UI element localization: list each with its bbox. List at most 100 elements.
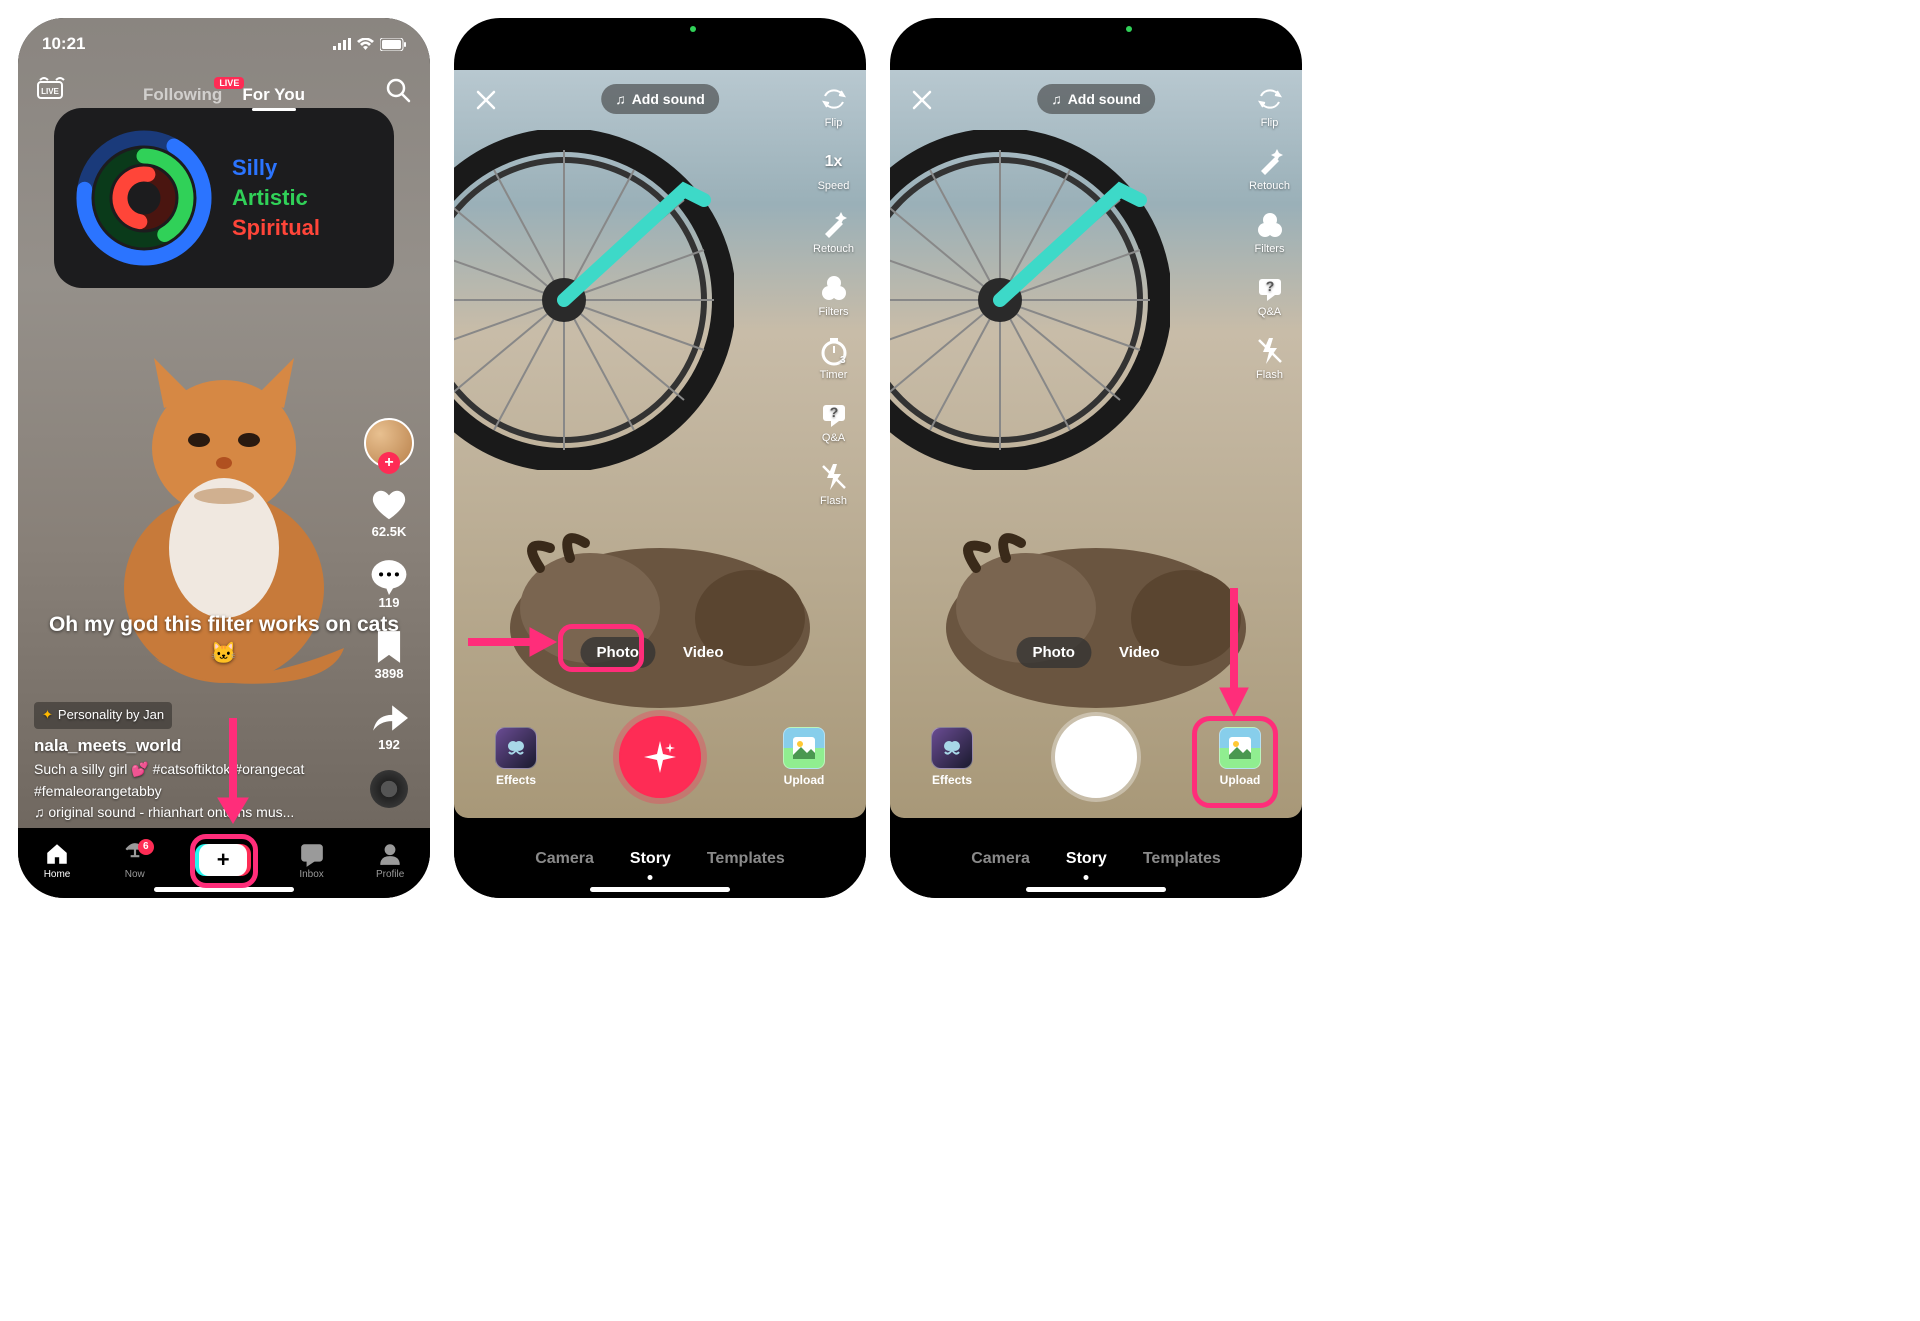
comment-icon [370, 557, 408, 595]
inbox-icon [299, 841, 325, 867]
home-indicator[interactable] [154, 887, 294, 892]
save-count: 3898 [375, 666, 404, 681]
camera-viewfinder[interactable] [454, 70, 866, 818]
nav-inbox[interactable]: Inbox [299, 841, 325, 880]
effect-chip[interactable]: ✦Personality by Jan [34, 702, 172, 728]
mode-photo[interactable]: Photo [1016, 637, 1091, 668]
mode-video[interactable]: Video [1103, 637, 1176, 668]
nav-create[interactable]: + [199, 844, 247, 876]
tool-flip[interactable]: Flip [1249, 84, 1290, 129]
mode-photo[interactable]: Photo [580, 637, 655, 668]
caption-text: Such a silly girl 💕 #catsoftiktok #orang… [34, 759, 340, 802]
timer-icon: 3 [819, 336, 849, 366]
shutter-button[interactable] [1055, 716, 1137, 798]
follow-plus-icon[interactable]: + [378, 452, 400, 474]
camera-tools-sidebar: Flip 1xSpeed Retouch Filters 3Timer ?Q&A… [813, 84, 854, 507]
sound-disc[interactable] [370, 770, 408, 808]
tab-templates[interactable]: Templates [1143, 850, 1221, 868]
status-bar: 16:50 [454, 18, 866, 70]
flip-icon [819, 84, 849, 114]
add-sound-button[interactable]: ♫Add sound [601, 84, 719, 114]
tool-flash[interactable]: Flash [813, 462, 854, 507]
top-nav: Following LIVE For You [18, 72, 430, 118]
filters-icon [819, 273, 849, 303]
status-icons [1205, 38, 1278, 51]
home-indicator[interactable] [1026, 887, 1166, 892]
upload-button[interactable]: Upload [1219, 727, 1261, 787]
status-icons [333, 38, 406, 51]
plus-icon: + [199, 844, 247, 876]
tool-flip[interactable]: Flip [813, 84, 854, 129]
phone-screen-camera-upload: 16:50 ♫Add sound Flip Retouch Filters ?Q… [890, 18, 1302, 898]
heart-icon [370, 486, 408, 524]
like-button[interactable]: 62.5K [370, 486, 408, 539]
filter-labels: Silly Artistic Spiritual [232, 153, 320, 242]
bicycle-wheel-image [454, 130, 734, 470]
tab-story[interactable]: Story [630, 850, 671, 868]
tab-foryou[interactable]: For You [242, 85, 305, 105]
nav-profile[interactable]: Profile [376, 841, 404, 880]
status-time: 16:50 [914, 34, 957, 54]
effects-icon [931, 727, 973, 769]
bookmark-icon [370, 628, 408, 666]
share-button[interactable]: 192 [370, 699, 408, 752]
tool-retouch[interactable]: Retouch [813, 210, 854, 255]
upload-button[interactable]: Upload [783, 727, 825, 787]
speed-icon: 1x [819, 147, 849, 177]
filter-overlay-card: Silly Artistic Spiritual [54, 108, 394, 288]
mode-video[interactable]: Video [667, 637, 740, 668]
camera-tools-sidebar: Flip Retouch Filters ?Q&A Flash [1249, 84, 1290, 381]
camera-viewfinder[interactable] [890, 70, 1302, 818]
qa-icon: ? [1255, 273, 1285, 303]
tool-qa[interactable]: ?Q&A [813, 399, 854, 444]
search-icon[interactable] [384, 76, 412, 104]
effects-button[interactable]: Effects [931, 727, 973, 787]
tool-flash[interactable]: Flash [1249, 336, 1290, 381]
close-icon[interactable] [910, 88, 934, 112]
comment-button[interactable]: 119 [370, 557, 408, 610]
status-bar: 10:21 [18, 18, 430, 70]
tab-following[interactable]: Following LIVE [143, 85, 222, 105]
home-indicator[interactable] [590, 887, 730, 892]
disc-icon [370, 770, 408, 808]
avatar-icon[interactable]: + [364, 418, 414, 468]
close-icon[interactable] [474, 88, 498, 112]
tool-qa[interactable]: ?Q&A [1249, 273, 1290, 318]
add-sound-button[interactable]: ♫Add sound [1037, 84, 1155, 114]
nav-now[interactable]: 6Now [122, 841, 148, 880]
tab-story[interactable]: Story [1066, 850, 1107, 868]
tool-timer[interactable]: 3Timer [813, 336, 854, 381]
label-silly: Silly [232, 153, 320, 183]
effects-button[interactable]: Effects [495, 727, 537, 787]
activity-rings-icon [74, 128, 214, 268]
recording-dot-icon [690, 26, 696, 32]
tool-retouch[interactable]: Retouch [1249, 147, 1290, 192]
live-badge: LIVE [214, 77, 244, 89]
sparkle-icon [640, 737, 680, 777]
username[interactable]: nala_meets_world [34, 733, 340, 759]
save-button[interactable]: 3898 [370, 628, 408, 681]
tool-filters[interactable]: Filters [813, 273, 854, 318]
svg-text:?: ? [1265, 278, 1274, 294]
flash-off-icon [819, 462, 849, 492]
home-icon [44, 841, 70, 867]
tab-camera[interactable]: Camera [535, 850, 594, 868]
status-icons [769, 38, 842, 51]
cat-on-floor-image [490, 478, 830, 718]
svg-text:?: ? [829, 404, 838, 420]
status-time: 10:21 [42, 34, 85, 54]
tab-templates[interactable]: Templates [707, 850, 785, 868]
svg-text:3: 3 [840, 355, 846, 366]
capture-mode-pills: Photo Video [1016, 637, 1175, 668]
filters-icon [1255, 210, 1285, 240]
creator-avatar[interactable]: + [364, 418, 414, 468]
tool-filters[interactable]: Filters [1249, 210, 1290, 255]
shutter-button[interactable] [619, 716, 701, 798]
nav-home[interactable]: Home [44, 841, 71, 880]
profile-icon [377, 841, 403, 867]
tool-speed[interactable]: 1xSpeed [813, 147, 854, 192]
tab-camera[interactable]: Camera [971, 850, 1030, 868]
share-icon [370, 699, 408, 737]
sound-text[interactable]: ♫ original sound - rhianhart ontains mus… [34, 802, 340, 824]
bicycle-wheel-image [890, 130, 1170, 470]
